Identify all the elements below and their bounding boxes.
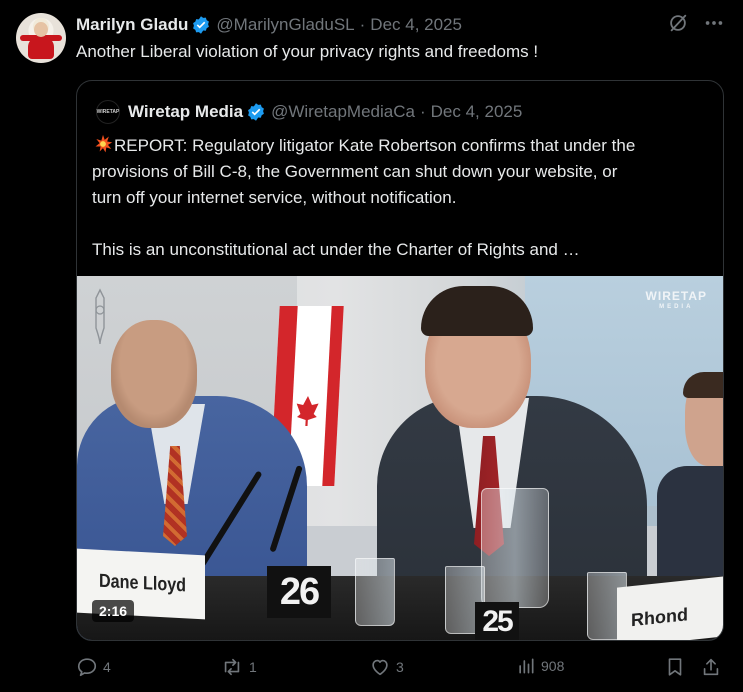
- quoted-post[interactable]: WIRETAP Wiretap Media @WiretapMediaCa · …: [76, 80, 724, 641]
- nameplate-right: Rhond: [617, 576, 723, 640]
- more-options-icon[interactable]: [703, 12, 725, 34]
- share-button[interactable]: [700, 656, 722, 678]
- author-handle[interactable]: @MarilynGladuSL: [216, 15, 354, 35]
- reply-icon: [77, 658, 97, 677]
- bookmark-icon: [668, 658, 682, 676]
- quoted-line-2: provisions of Bill C-8, the Government c…: [92, 162, 618, 181]
- watermark-line-1: WIRETAP: [645, 289, 707, 303]
- avatar-head: [34, 22, 48, 37]
- repost-icon: [224, 658, 240, 676]
- post: Marilyn Gladu @MarilynGladuSL · Dec 4, 2…: [0, 0, 743, 692]
- verified-badge-icon: [248, 103, 265, 121]
- share-icon: [703, 658, 719, 676]
- quoted-line-3: turn off your internet service, without …: [92, 188, 457, 207]
- post-text: Another Liberal violation of your privac…: [76, 42, 539, 61]
- quoted-post-date[interactable]: Dec 4, 2025: [431, 102, 523, 122]
- separator-dot: ·: [419, 102, 426, 121]
- quoted-author-avatar[interactable]: WIRETAP: [96, 100, 120, 124]
- avatar-figure: [28, 37, 54, 59]
- grok-icon[interactable]: [667, 12, 689, 34]
- water-glass: [355, 558, 395, 626]
- video-duration-badge: 2:16: [92, 600, 135, 622]
- person-left-head: [111, 320, 197, 428]
- post-date[interactable]: Dec 4, 2025: [370, 15, 462, 35]
- quoted-line-4: This is an unconstitutional act under th…: [92, 240, 580, 259]
- views-count: 908: [541, 658, 565, 674]
- separator-dot: ·: [359, 15, 366, 34]
- verified-badge-icon: [193, 16, 210, 34]
- top-actions: [667, 12, 725, 34]
- video-player[interactable]: WIRETAP MEDIA Dane Lloyd 26 25 Rhond 2:1…: [77, 276, 723, 640]
- seat-card-26: 26: [267, 566, 331, 618]
- reply-count: 4: [103, 659, 111, 675]
- reply-button[interactable]: 4: [76, 656, 111, 678]
- bookmark-button[interactable]: [664, 656, 686, 678]
- repost-count: 1: [249, 659, 257, 675]
- views-chart-icon: [519, 658, 534, 674]
- wiretap-watermark: WIRETAP MEDIA: [646, 290, 707, 310]
- repost-button[interactable]: 1: [220, 656, 257, 678]
- quoted-avatar-text: WIRETAP: [96, 109, 120, 115]
- quoted-text-line-1: REPORT: Regulatory litigator Kate Robert…: [92, 133, 712, 159]
- quoted-author-handle[interactable]: @WiretapMediaCa: [271, 102, 415, 122]
- author-name[interactable]: Marilyn Gladu: [76, 15, 188, 35]
- quoted-post-text: REPORT: Regulatory litigator Kate Robert…: [92, 133, 712, 263]
- action-bar: 4 1 3 908: [76, 656, 724, 682]
- water-pitcher: [481, 488, 549, 608]
- quoted-post-header: WIRETAP Wiretap Media @WiretapMediaCa · …: [96, 100, 522, 124]
- watermark-line-2: MEDIA: [659, 304, 694, 310]
- author-avatar[interactable]: [16, 13, 66, 63]
- seat-card-25: 25: [475, 602, 519, 640]
- collision-emoji-icon: [95, 134, 113, 153]
- nameplate-left-text: Dane Lloyd: [99, 570, 187, 597]
- like-count: 3: [396, 659, 404, 675]
- like-button[interactable]: 3: [369, 656, 404, 678]
- heart-icon: [372, 659, 388, 676]
- parliament-emblem-icon: [95, 288, 105, 345]
- quoted-author-name[interactable]: Wiretap Media: [128, 102, 243, 122]
- quoted-line-1: REPORT: Regulatory litigator Kate Robert…: [114, 136, 636, 155]
- views-button[interactable]: 908: [516, 656, 564, 676]
- post-header: Marilyn Gladu @MarilynGladuSL · Dec 4, 2…: [76, 14, 462, 36]
- maple-leaf-icon: [295, 396, 319, 426]
